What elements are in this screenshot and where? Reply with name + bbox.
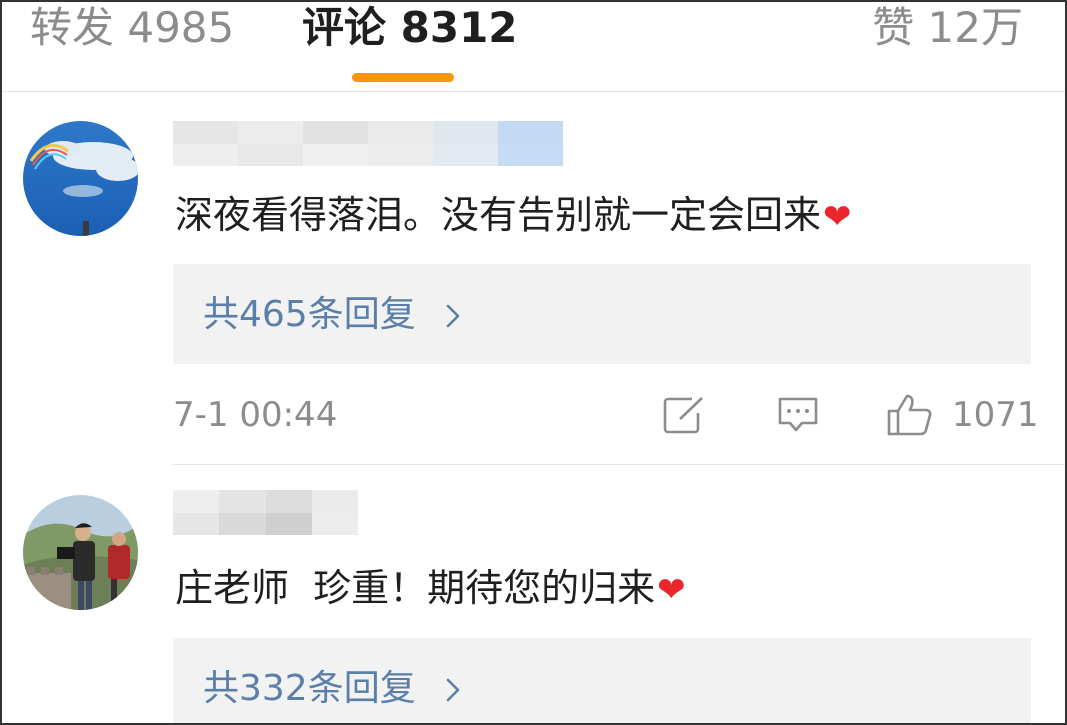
comment-item: 庄老师 珍重！期待您的归来❤ 共332条回复 (0, 466, 1067, 725)
reply-button[interactable] (776, 393, 820, 437)
username-blurred[interactable] (173, 490, 358, 535)
active-tab-indicator (352, 73, 454, 82)
tab-comments[interactable]: 评论 8312 (302, 2, 518, 54)
comment-item: 深夜看得落泪。没有告别就一定会回来❤ 共465条回复 7-1 00:44 107… (0, 93, 1067, 465)
comment-timestamp: 7-1 00:44 (173, 395, 338, 435)
replies-count-label: 共332条回复 (203, 668, 416, 709)
avatar-sky-image (23, 121, 138, 236)
comment-text: 庄老师 珍重！期待您的归来❤ (175, 566, 686, 610)
heart-emoji: ❤ (823, 197, 852, 237)
tab-reposts[interactable]: 转发 4985 (30, 2, 234, 54)
avatar-photo-image (23, 495, 138, 610)
divider (173, 464, 1067, 465)
tab-likes[interactable]: 赞 12万 (872, 2, 1023, 54)
chevron-right-icon (446, 304, 460, 328)
like-button[interactable]: 1071 (886, 393, 1039, 437)
share-button[interactable] (662, 393, 706, 437)
reply-icon (778, 397, 818, 432)
like-count: 1071 (952, 395, 1039, 435)
tab-bar: 转发 4985 评论 8312 赞 12万 (0, 0, 1067, 92)
avatar[interactable] (23, 121, 138, 236)
heart-emoji: ❤ (657, 570, 686, 610)
chevron-right-icon (446, 678, 460, 702)
replies-count-label: 共465条回复 (203, 294, 416, 335)
view-replies-button[interactable]: 共465条回复 (173, 264, 1031, 364)
username-blurred[interactable] (173, 121, 563, 166)
comment-text: 深夜看得落泪。没有告别就一定会回来❤ (175, 193, 852, 237)
share-icon (663, 397, 703, 434)
avatar[interactable] (23, 495, 138, 610)
view-replies-button[interactable]: 共332条回复 (173, 638, 1031, 725)
thumbs-up-icon (887, 394, 932, 436)
